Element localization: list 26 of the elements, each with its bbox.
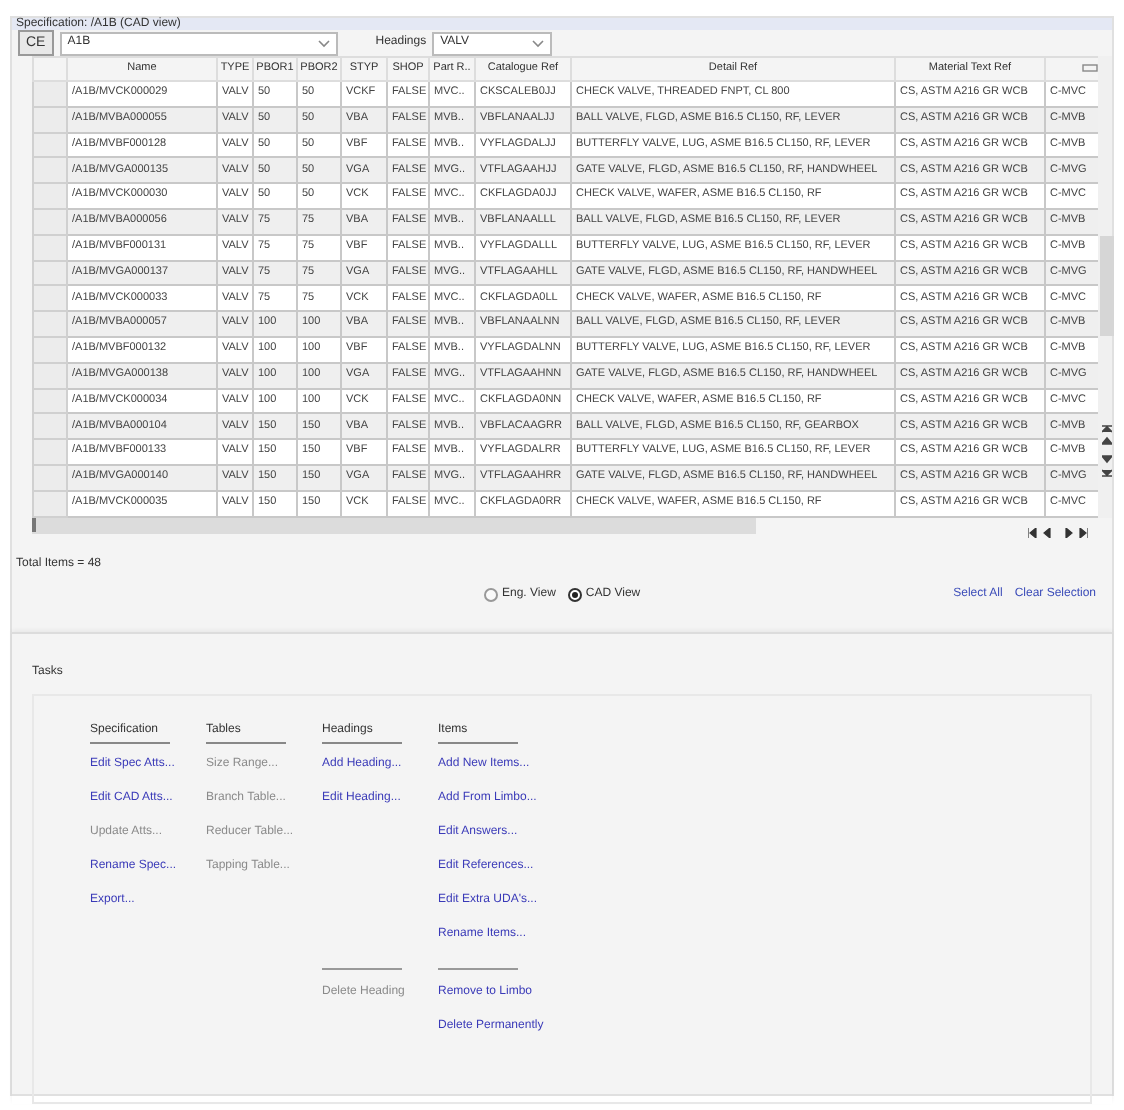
radio-button[interactable] (567, 587, 582, 602)
chevron-down-icon (317, 39, 330, 47)
row-selector[interactable] (33, 132, 67, 158)
row-selector[interactable] (33, 413, 67, 440)
radio-button[interactable] (484, 587, 498, 602)
row-selector[interactable] (33, 388, 67, 414)
row-selector[interactable] (33, 464, 67, 491)
row-selector[interactable] (33, 157, 67, 184)
scroll-arrows-icon[interactable] (1102, 420, 1112, 480)
row-selector[interactable] (33, 311, 67, 337)
row-selector[interactable] (33, 81, 67, 107)
vertical-scrollbar[interactable] (1098, 56, 1112, 518)
row-selector[interactable] (33, 183, 67, 209)
scrollbar-thumb[interactable] (32, 518, 36, 533)
chevron-down-icon (532, 39, 545, 47)
row-selector[interactable] (33, 336, 67, 363)
column-chooser-icon[interactable] (1082, 63, 1098, 72)
row-selector[interactable] (33, 208, 67, 235)
scrollbar-thumb[interactable] (1100, 236, 1114, 336)
row-selector[interactable] (33, 285, 67, 312)
row-selector[interactable] (33, 106, 67, 133)
row-selector[interactable] (33, 234, 67, 261)
row-selector[interactable] (33, 439, 67, 465)
row-selector[interactable] (33, 260, 67, 286)
row-selector[interactable] (33, 362, 67, 389)
page-navigation-icon[interactable] (1028, 528, 1088, 539)
